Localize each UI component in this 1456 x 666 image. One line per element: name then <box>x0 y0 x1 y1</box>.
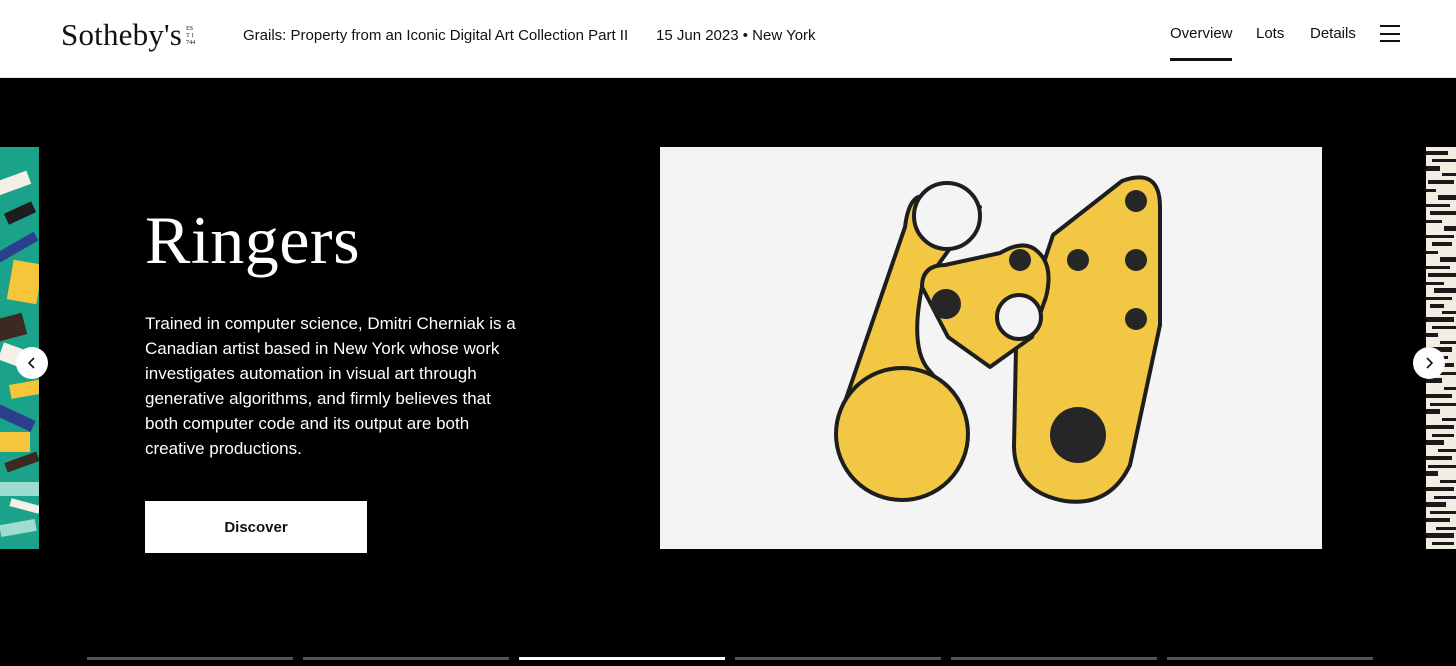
hamburger-menu-icon[interactable] <box>1380 25 1400 42</box>
carousel-indicator-2[interactable] <box>303 657 509 660</box>
site-header: Sotheby's EST 1744 Grails: Property from… <box>0 0 1456 78</box>
ringers-artwork-svg <box>660 147 1322 549</box>
discover-button[interactable]: Discover <box>145 501 367 553</box>
logo-est: EST 1744 <box>186 26 196 46</box>
carousel-indicator-4[interactable] <box>735 657 941 660</box>
carousel-indicator-6[interactable] <box>1167 657 1373 660</box>
carousel-next-button[interactable] <box>1413 347 1445 379</box>
carousel-indicator-5[interactable] <box>951 657 1157 660</box>
hero-description: Trained in computer science, Dmitri Cher… <box>145 314 516 458</box>
chevron-left-icon <box>27 357 35 369</box>
sale-title: Grails: Property from an Iconic Digital … <box>243 27 629 44</box>
sale-date: 15 Jun 2023 • New York <box>656 27 816 44</box>
carousel-indicator-3[interactable] <box>519 657 725 660</box>
active-tab-indicator <box>1170 58 1232 61</box>
carousel-indicator-1[interactable] <box>87 657 293 660</box>
tab-details[interactable]: Details <box>1310 25 1356 42</box>
carousel-prev-button[interactable] <box>16 347 48 379</box>
logo-text: Sotheby's <box>61 17 183 52</box>
sothebys-logo[interactable]: Sotheby's EST 1744 <box>61 17 196 53</box>
chevron-right-icon <box>1426 357 1434 369</box>
hero-heading: Ringers <box>145 202 361 278</box>
tab-lots[interactable]: Lots <box>1256 25 1284 42</box>
hero-carousel: Ringers Trained in computer science, Dmi… <box>0 79 1456 666</box>
tab-overview[interactable]: Overview <box>1170 25 1233 42</box>
ringers-artwork-image[interactable] <box>660 147 1322 549</box>
